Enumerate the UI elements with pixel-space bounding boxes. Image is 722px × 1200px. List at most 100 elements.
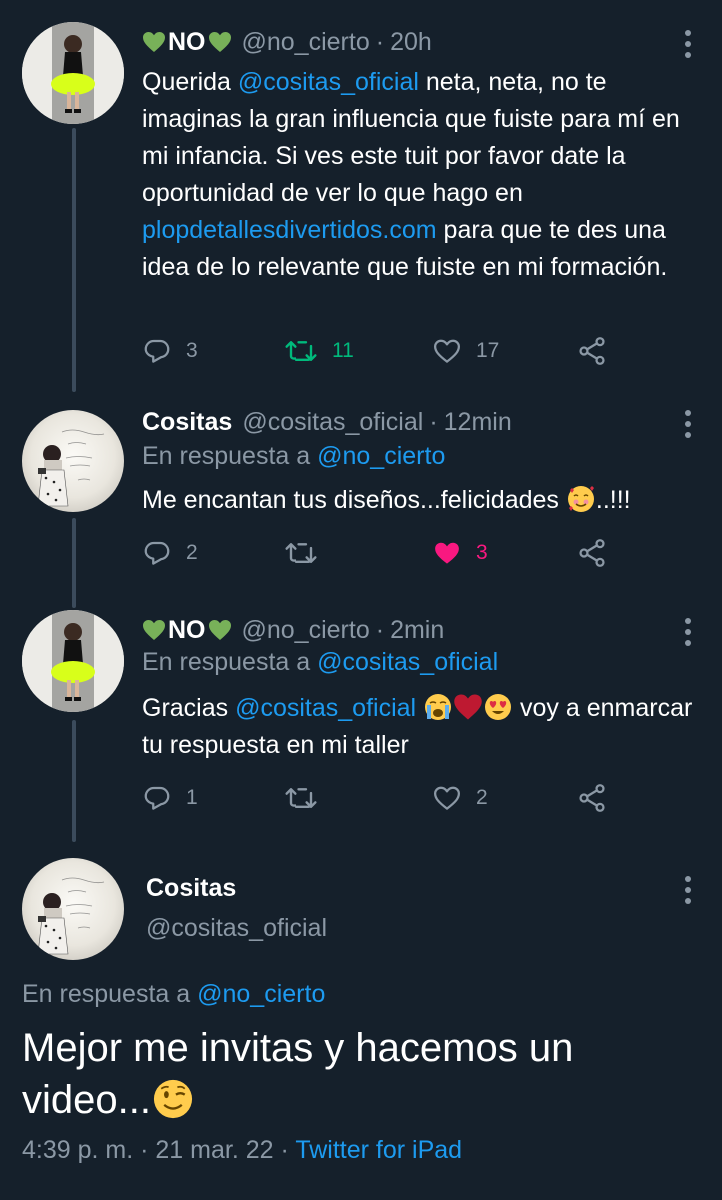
post-time[interactable]: 4:39 p. m. bbox=[22, 1136, 133, 1164]
heart-eyes-emoji bbox=[485, 694, 512, 720]
reply-count: 1 bbox=[186, 786, 198, 809]
like-button[interactable]: 2 bbox=[432, 778, 488, 818]
separator-dot: · bbox=[280, 1136, 296, 1164]
tweet-header: Cositas @cositas_oficial · 12min bbox=[142, 402, 512, 442]
display-name[interactable]: NO bbox=[142, 616, 232, 645]
display-name-text: NO bbox=[168, 27, 206, 56]
handle[interactable]: @no_cierto bbox=[242, 616, 370, 645]
url-link[interactable]: plopdetallesdivertidos.com bbox=[142, 216, 437, 244]
avatar-cositas[interactable] bbox=[22, 410, 124, 512]
reply-button[interactable]: 2 bbox=[142, 533, 198, 573]
reply-count: 2 bbox=[186, 541, 198, 564]
handle[interactable]: @no_cierto bbox=[242, 28, 370, 57]
reply-context: En respuesta a @cositas_oficial bbox=[142, 648, 498, 677]
display-name[interactable]: NO bbox=[142, 28, 232, 57]
green-heart-icon bbox=[143, 32, 165, 52]
display-name[interactable]: Cositas bbox=[146, 874, 236, 903]
tweet-header: NO @no_cierto · 2min bbox=[142, 610, 444, 650]
like-count: 3 bbox=[476, 541, 488, 564]
green-heart-icon bbox=[208, 32, 231, 52]
action-bar: 3 11 17 bbox=[142, 331, 622, 371]
source-link[interactable]: Twitter for iPad bbox=[295, 1136, 462, 1164]
reply-context: En respuesta a @no_cierto bbox=[22, 980, 325, 1009]
more-icon[interactable] bbox=[684, 876, 692, 909]
retweet-icon bbox=[285, 341, 317, 361]
retweet-button[interactable]: 11 bbox=[284, 331, 354, 371]
like-icon bbox=[435, 542, 459, 564]
main-tweet[interactable]: Cositas @cositas_oficial En respuesta a … bbox=[0, 858, 722, 1178]
action-bar: 2 3 bbox=[142, 533, 622, 573]
reply-context: En respuesta a @no_cierto bbox=[142, 442, 445, 471]
handle[interactable]: @cositas_oficial bbox=[242, 408, 423, 437]
red-heart-emoji bbox=[454, 694, 482, 720]
more-icon[interactable] bbox=[684, 30, 692, 63]
like-button[interactable]: 3 bbox=[432, 533, 488, 573]
more-icon[interactable] bbox=[684, 410, 692, 443]
timestamp[interactable]: 2min bbox=[390, 616, 444, 645]
mention-link[interactable]: @cositas_oficial bbox=[238, 68, 419, 96]
share-icon bbox=[579, 539, 605, 567]
reply-label: En respuesta a bbox=[142, 648, 311, 676]
separator-dot: · bbox=[375, 615, 385, 644]
reply-mention-link[interactable]: @cositas_oficial bbox=[317, 648, 498, 676]
tweet-text: Me encantan tus diseños...felicidades ..… bbox=[142, 482, 702, 519]
separator-dot: · bbox=[375, 27, 385, 56]
retweet-button[interactable] bbox=[284, 778, 318, 818]
separator-dot: · bbox=[429, 407, 438, 436]
separator-dot: · bbox=[140, 1136, 156, 1164]
tweet-3[interactable]: NO @no_cierto · 2min En respuesta a @cos… bbox=[0, 610, 722, 830]
handle[interactable]: @cositas_oficial bbox=[146, 914, 327, 943]
reply-count: 3 bbox=[186, 339, 198, 362]
reply-icon bbox=[144, 541, 170, 565]
retweet-icon bbox=[285, 788, 317, 808]
tweet-meta: 4:39 p. m. · 21 mar. 22 · Twitter for iP… bbox=[22, 1136, 462, 1165]
tweet-2[interactable]: Cositas @cositas_oficial · 12min En resp… bbox=[0, 402, 722, 582]
tweet-text: Mejor me invitas y hacemos un video... bbox=[22, 1022, 702, 1126]
text-part: Querida bbox=[142, 68, 238, 96]
like-count: 2 bbox=[476, 786, 488, 809]
tweet-text: Gracias @cositas_oficial voy a enmarcar … bbox=[142, 690, 702, 764]
more-icon[interactable] bbox=[684, 618, 692, 651]
mention-link[interactable]: @cositas_oficial bbox=[235, 694, 416, 722]
like-icon bbox=[434, 339, 460, 363]
share-icon bbox=[579, 784, 605, 812]
display-name[interactable]: Cositas bbox=[142, 408, 232, 437]
timestamp[interactable]: 20h bbox=[390, 28, 432, 57]
crying-emoji bbox=[425, 694, 452, 720]
tweet-header: NO @no_cierto · 20h bbox=[142, 22, 432, 62]
tweet-1[interactable]: NO @no_cierto · 20h Querida @cositas_ofi… bbox=[0, 22, 722, 382]
reply-button[interactable]: 1 bbox=[142, 778, 198, 818]
like-count: 17 bbox=[476, 339, 500, 362]
retweet-button[interactable] bbox=[284, 533, 318, 573]
avatar-no-cierto[interactable] bbox=[22, 610, 124, 712]
tweet-text: Querida @cositas_oficial neta, neta, no … bbox=[142, 64, 702, 286]
reply-label: En respuesta a bbox=[142, 442, 311, 470]
reply-label: En respuesta a bbox=[22, 980, 191, 1008]
reply-icon bbox=[144, 339, 170, 363]
like-button[interactable]: 17 bbox=[432, 331, 499, 371]
reply-mention-link[interactable]: @no_cierto bbox=[317, 442, 445, 470]
green-heart-icon bbox=[143, 620, 165, 640]
smiling-hearts-emoji bbox=[567, 486, 594, 512]
share-button[interactable] bbox=[576, 778, 608, 818]
post-date[interactable]: 21 mar. 22 bbox=[155, 1136, 273, 1164]
reply-button[interactable]: 3 bbox=[142, 331, 198, 371]
share-icon bbox=[579, 337, 605, 365]
like-icon bbox=[434, 786, 460, 810]
text-part: Me encantan tus diseños...felicidades bbox=[142, 486, 566, 514]
reply-icon bbox=[144, 786, 170, 810]
share-button[interactable] bbox=[576, 533, 608, 573]
winking-emoji bbox=[153, 1079, 193, 1119]
share-button[interactable] bbox=[576, 331, 608, 371]
reply-mention-link[interactable]: @no_cierto bbox=[197, 980, 325, 1008]
avatar-no-cierto[interactable] bbox=[22, 22, 124, 124]
action-bar: 1 2 bbox=[142, 778, 622, 818]
text-part: ..!!! bbox=[595, 486, 631, 514]
text-part: Gracias bbox=[142, 694, 236, 722]
green-heart-icon bbox=[208, 620, 231, 640]
timestamp[interactable]: 12min bbox=[444, 408, 512, 437]
retweet-icon bbox=[285, 543, 317, 563]
retweet-count: 11 bbox=[332, 339, 354, 362]
text-part: Mejor me invitas y hacemos un video... bbox=[22, 1026, 574, 1122]
avatar-cositas[interactable] bbox=[22, 858, 124, 960]
